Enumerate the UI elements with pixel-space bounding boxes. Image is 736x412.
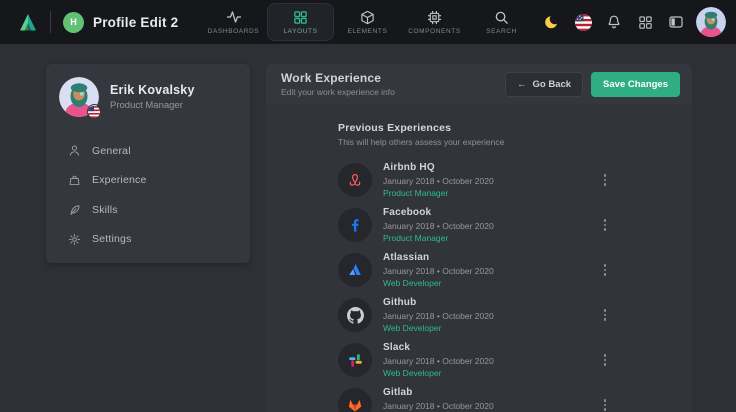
profile-sidebar-card: Erik Kovalsky Product Manager General Ex… xyxy=(46,64,250,263)
experience-role: Product Manager xyxy=(383,233,494,243)
experience-role: Web Developer xyxy=(383,368,494,378)
grid-layout-icon xyxy=(293,9,308,25)
row-menu-button[interactable] xyxy=(600,395,611,412)
profile-role: Product Manager xyxy=(110,100,195,111)
experience-company: Slack xyxy=(383,342,494,353)
experience-period: January 2018 • October 2020 xyxy=(383,401,494,411)
back-arrow-icon: ← xyxy=(517,79,527,90)
nav-item-layouts[interactable]: LAYOUTS xyxy=(267,3,334,41)
experience-row-atlassian: Atlassian January 2018 • October 2020 We… xyxy=(338,253,610,287)
experience-period: January 2018 • October 2020 xyxy=(383,356,494,366)
atlassian-logo-icon xyxy=(338,253,372,287)
panel-subtitle: Edit your work experience info xyxy=(281,87,395,97)
nav-item-elements[interactable]: ELEMENTS xyxy=(334,0,401,44)
user-icon xyxy=(67,144,81,158)
apps-grid-icon[interactable] xyxy=(634,11,656,33)
section-title: Previous Experiences xyxy=(338,122,610,134)
profile-menu: General Experience Skills Settings xyxy=(46,136,250,254)
gitlab-logo-icon xyxy=(338,388,372,412)
briefcase-icon xyxy=(67,173,81,187)
save-changes-button[interactable]: Save Changes xyxy=(591,72,680,97)
activity-icon xyxy=(226,9,242,25)
sidebar-item-general[interactable]: General xyxy=(46,136,250,166)
cpu-icon xyxy=(427,9,442,25)
top-nav: DASHBOARDS LAYOUTS ELEMENTS COMPONENTS xyxy=(200,0,535,44)
language-flag-us-icon[interactable] xyxy=(572,11,594,33)
gear-icon xyxy=(67,232,81,246)
user-avatar[interactable] xyxy=(696,7,726,37)
box-icon xyxy=(360,9,375,25)
experience-role: Web Developer xyxy=(383,278,494,288)
sidebar-item-label: Skills xyxy=(92,204,118,216)
nav-label: COMPONENTS xyxy=(408,28,461,35)
panel-toggle-icon[interactable] xyxy=(665,11,687,33)
feather-icon xyxy=(67,203,81,217)
experience-row-github: Github January 2018 • October 2020 Web D… xyxy=(338,298,610,332)
section-subtitle: This will help others assess your experi… xyxy=(338,137,610,147)
nav-label: DASHBOARDS xyxy=(208,28,260,35)
page-title: Profile Edit 2 xyxy=(93,15,178,30)
row-menu-button[interactable] xyxy=(600,170,611,190)
top-bar: H Profile Edit 2 DASHBOARDS LAYOUTS E xyxy=(0,0,736,44)
experience-period: January 2018 • October 2020 xyxy=(383,176,494,186)
profile-avatar xyxy=(59,77,99,117)
facebook-logo-icon xyxy=(338,208,372,242)
experience-company: Atlassian xyxy=(383,252,494,263)
experience-row-facebook: Facebook January 2018 • October 2020 Pro… xyxy=(338,208,610,242)
brand: H Profile Edit 2 xyxy=(0,10,178,34)
experience-company: Gitlab xyxy=(383,387,494,398)
row-menu-button[interactable] xyxy=(600,215,611,235)
experience-period: January 2018 • October 2020 xyxy=(383,221,494,231)
profile-summary: Erik Kovalsky Product Manager xyxy=(46,64,250,117)
dark-mode-moon-icon[interactable] xyxy=(541,11,563,33)
nav-label: SEARCH xyxy=(486,28,517,35)
brand-divider xyxy=(50,11,51,33)
sidebar-item-experience[interactable]: Experience xyxy=(46,166,250,196)
experience-row-slack: Slack January 2018 • October 2020 Web De… xyxy=(338,343,610,377)
work-experience-panel: Work Experience Edit your work experienc… xyxy=(266,64,692,412)
row-menu-button[interactable] xyxy=(600,305,611,325)
sidebar-item-skills[interactable]: Skills xyxy=(46,195,250,225)
airbnb-logo-icon xyxy=(338,163,372,197)
app-screen: H Profile Edit 2 DASHBOARDS LAYOUTS E xyxy=(0,0,736,412)
experience-role: Product Manager xyxy=(383,188,494,198)
experience-row-gitlab: Gitlab January 2018 • October 2020 Web D… xyxy=(338,388,610,412)
search-icon xyxy=(494,9,509,25)
experience-row-airbnb: Airbnb HQ January 2018 • October 2020 Pr… xyxy=(338,163,610,197)
workspace-badge: H xyxy=(63,12,84,33)
experience-company: Airbnb HQ xyxy=(383,162,494,173)
sidebar-item-settings[interactable]: Settings xyxy=(46,225,250,255)
app-logo-icon xyxy=(16,10,40,34)
experience-role: Web Developer xyxy=(383,323,494,333)
sidebar-item-label: General xyxy=(92,145,131,157)
sidebar-item-label: Experience xyxy=(92,174,147,186)
panel-title: Work Experience xyxy=(281,71,395,85)
nav-item-dashboards[interactable]: DASHBOARDS xyxy=(200,0,267,44)
experience-period: January 2018 • October 2020 xyxy=(383,266,494,276)
notifications-bell-icon[interactable] xyxy=(603,11,625,33)
experience-period: January 2018 • October 2020 xyxy=(383,311,494,321)
profile-name: Erik Kovalsky xyxy=(110,83,195,97)
slack-logo-icon xyxy=(338,343,372,377)
panel-body: Previous Experiences This will help othe… xyxy=(266,104,692,412)
row-menu-button[interactable] xyxy=(600,350,611,370)
go-back-button[interactable]: ← Go Back xyxy=(505,72,583,97)
nav-item-components[interactable]: COMPONENTS xyxy=(401,0,468,44)
github-logo-icon xyxy=(338,298,372,332)
nav-item-search[interactable]: SEARCH xyxy=(468,0,535,44)
row-menu-button[interactable] xyxy=(600,260,611,280)
country-flag-us-icon xyxy=(87,104,102,119)
nav-label: LAYOUTS xyxy=(283,28,317,35)
experience-company: Facebook xyxy=(383,207,494,218)
nav-label: ELEMENTS xyxy=(348,28,388,35)
panel-header: Work Experience Edit your work experienc… xyxy=(266,64,692,104)
experience-company: Github xyxy=(383,297,494,308)
sidebar-item-label: Settings xyxy=(92,233,132,245)
top-right-actions xyxy=(541,0,726,44)
